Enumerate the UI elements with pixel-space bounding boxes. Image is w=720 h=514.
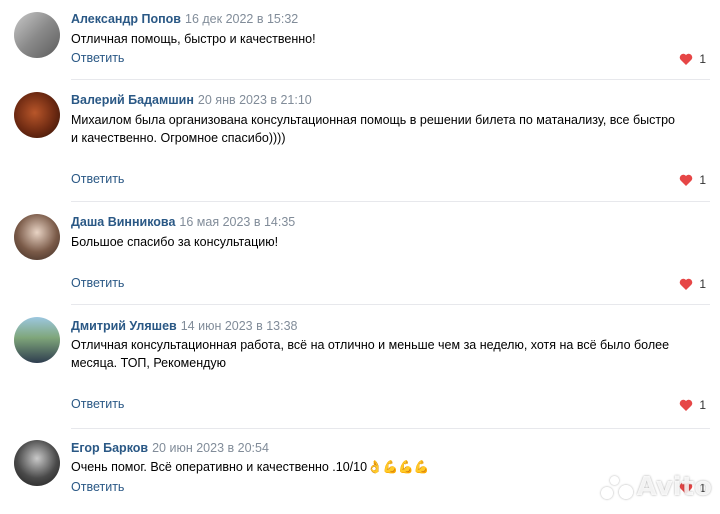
comment: Даша Винникова 16 мая 2023 в 14:35 Большо… bbox=[0, 202, 720, 305]
heart-icon bbox=[680, 53, 693, 65]
emoji-reaction: 👌💪💪💪 bbox=[367, 459, 430, 474]
reply-button[interactable]: Ответить bbox=[71, 276, 124, 290]
reply-button[interactable]: Ответить bbox=[71, 172, 124, 186]
comment-author[interactable]: Дмитрий Уляшев bbox=[71, 319, 177, 333]
comment: Валерий Бадамшин 20 янв 2023 в 21:10 Миха… bbox=[0, 80, 720, 205]
heart-icon bbox=[680, 174, 693, 186]
heart-icon bbox=[680, 278, 693, 290]
avito-watermark: Avito bbox=[600, 472, 712, 502]
like-count: 1 bbox=[699, 277, 706, 291]
comment: Александр Попов 16 дек 2022 в 15:32 Отлич… bbox=[0, 0, 720, 80]
comment-author[interactable]: Александр Попов bbox=[71, 12, 181, 26]
comment-text: Очень помог. Всё оперативно и качественн… bbox=[71, 458, 681, 476]
comment-date[interactable]: 16 мая 2023 в 14:35 bbox=[179, 215, 295, 229]
avatar[interactable] bbox=[14, 12, 60, 58]
comment: Дмитрий Уляшев 14 июн 2023 в 13:38 Отличн… bbox=[0, 305, 720, 430]
comment-author[interactable]: Егор Барков bbox=[71, 441, 148, 455]
comment-text: Отличная консультационная работа, всё на… bbox=[71, 338, 670, 370]
comment-date[interactable]: 16 дек 2022 в 15:32 bbox=[185, 12, 298, 26]
like-count: 1 bbox=[699, 52, 706, 66]
reply-button[interactable]: Ответить bbox=[71, 397, 124, 411]
like-button[interactable]: 1 bbox=[679, 398, 706, 412]
like-button[interactable]: 1 bbox=[679, 277, 706, 291]
like-button[interactable]: 1 bbox=[679, 52, 706, 66]
avatar[interactable] bbox=[14, 214, 60, 260]
avatar[interactable] bbox=[14, 440, 60, 486]
like-button[interactable]: 1 bbox=[679, 173, 706, 187]
heart-icon bbox=[680, 399, 693, 411]
reply-button[interactable]: Ответить bbox=[71, 480, 124, 494]
avito-logo-icon bbox=[600, 474, 633, 500]
comment-text: Михаилом была организована консультацион… bbox=[71, 113, 675, 145]
comment-text-body: Очень помог. Всё оперативно и качественн… bbox=[71, 460, 368, 474]
comment-date[interactable]: 14 июн 2023 в 13:38 bbox=[181, 319, 298, 333]
comment-text: Большое спасибо за консультацию! bbox=[71, 235, 279, 249]
comment-date[interactable]: 20 янв 2023 в 21:10 bbox=[198, 93, 312, 107]
avatar[interactable] bbox=[14, 92, 60, 138]
avatar[interactable] bbox=[14, 317, 60, 363]
avito-watermark-text: Avito bbox=[636, 472, 712, 502]
like-count: 1 bbox=[699, 173, 706, 187]
comment-text: Отличная помощь, быстро и качественно! bbox=[71, 32, 316, 46]
comment-author[interactable]: Даша Винникова bbox=[71, 215, 175, 229]
comment-author[interactable]: Валерий Бадамшин bbox=[71, 93, 194, 107]
reply-button[interactable]: Ответить bbox=[71, 51, 124, 65]
comment-date[interactable]: 20 июн 2023 в 20:54 bbox=[152, 441, 269, 455]
like-count: 1 bbox=[699, 398, 706, 412]
